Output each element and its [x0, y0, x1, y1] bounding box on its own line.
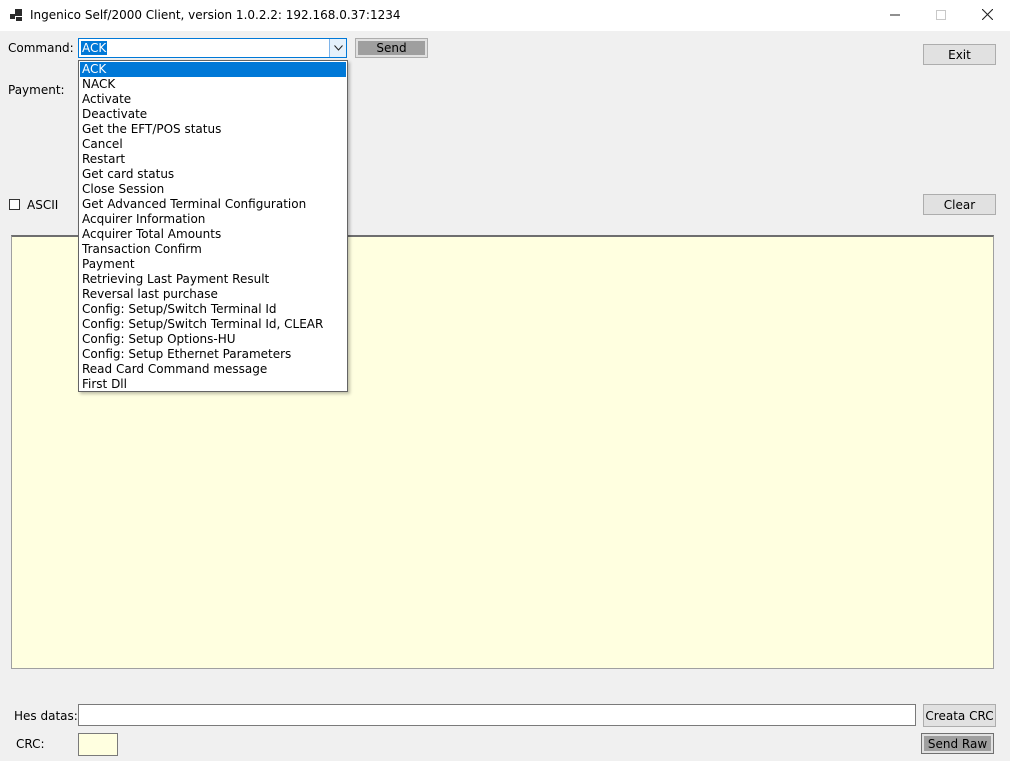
- dropdown-option[interactable]: Read Card Command message: [80, 362, 346, 377]
- dropdown-option[interactable]: Get the EFT/POS status: [80, 122, 346, 137]
- command-selected-value: ACK: [81, 41, 108, 55]
- chevron-down-icon[interactable]: [329, 39, 346, 57]
- dropdown-option[interactable]: Restart: [80, 152, 346, 167]
- minimize-icon: [890, 9, 900, 23]
- dropdown-option[interactable]: NACK: [80, 77, 346, 92]
- command-dropdown-list[interactable]: ACK NACK Activate Deactivate Get the EFT/POS…: [78, 60, 348, 392]
- exit-button[interactable]: Exit: [923, 44, 996, 65]
- minimize-button[interactable]: [872, 0, 918, 31]
- maximize-button[interactable]: [918, 0, 964, 31]
- create-crc-button[interactable]: Creata CRC: [923, 704, 996, 727]
- hex-data-input[interactable]: [78, 704, 916, 726]
- dropdown-option[interactable]: Cancel: [80, 137, 346, 152]
- title-bar[interactable]: Ingenico Self/2000 Client, version 1.0.2…: [0, 0, 1010, 31]
- dropdown-option[interactable]: Get card status: [80, 167, 346, 182]
- dropdown-option[interactable]: Payment: [80, 257, 346, 272]
- dropdown-option[interactable]: Deactivate: [80, 107, 346, 122]
- dropdown-option[interactable]: Acquirer Information: [80, 212, 346, 227]
- dropdown-option[interactable]: Activate: [80, 92, 346, 107]
- send-button-label: Send: [358, 41, 425, 55]
- crc-label: CRC:: [16, 737, 45, 751]
- crc-field[interactable]: [78, 733, 118, 756]
- dropdown-option[interactable]: Config: Setup/Switch Terminal Id, CLEAR: [80, 317, 346, 332]
- dropdown-option[interactable]: Transaction Confirm: [80, 242, 346, 257]
- close-icon: [981, 8, 993, 23]
- window-title: Ingenico Self/2000 Client, version 1.0.2…: [30, 8, 401, 22]
- dropdown-option[interactable]: Config: Setup Ethernet Parameters: [80, 347, 346, 362]
- dropdown-option[interactable]: Acquirer Total Amounts: [80, 227, 346, 242]
- command-label: Command:: [8, 41, 74, 55]
- dropdown-option[interactable]: Close Session: [80, 182, 346, 197]
- dropdown-option[interactable]: Config: Setup Options-HU: [80, 332, 346, 347]
- hex-data-label: Hes datas:: [14, 709, 78, 723]
- ascii-label: ASCII: [27, 198, 59, 212]
- close-button[interactable]: [964, 0, 1010, 31]
- dropdown-option[interactable]: Config: Setup/Switch Terminal Id: [80, 302, 346, 317]
- command-combobox[interactable]: ACK: [78, 38, 347, 58]
- send-raw-button-label: Send Raw: [924, 736, 991, 751]
- app-icon: [10, 9, 22, 21]
- dropdown-option[interactable]: Get Advanced Terminal Configuration: [80, 197, 346, 212]
- payment-label: Payment:: [8, 83, 65, 97]
- dropdown-option[interactable]: ACK: [80, 62, 346, 77]
- maximize-icon: [936, 9, 946, 23]
- dropdown-option[interactable]: First Dll: [80, 377, 346, 392]
- clear-button[interactable]: Clear: [923, 194, 996, 215]
- dropdown-option[interactable]: Retrieving Last Payment Result: [80, 272, 346, 287]
- ascii-checkbox[interactable]: [9, 199, 20, 210]
- send-button[interactable]: Send: [355, 38, 428, 58]
- send-raw-button[interactable]: Send Raw: [921, 733, 994, 754]
- dropdown-option[interactable]: Reversal last purchase: [80, 287, 346, 302]
